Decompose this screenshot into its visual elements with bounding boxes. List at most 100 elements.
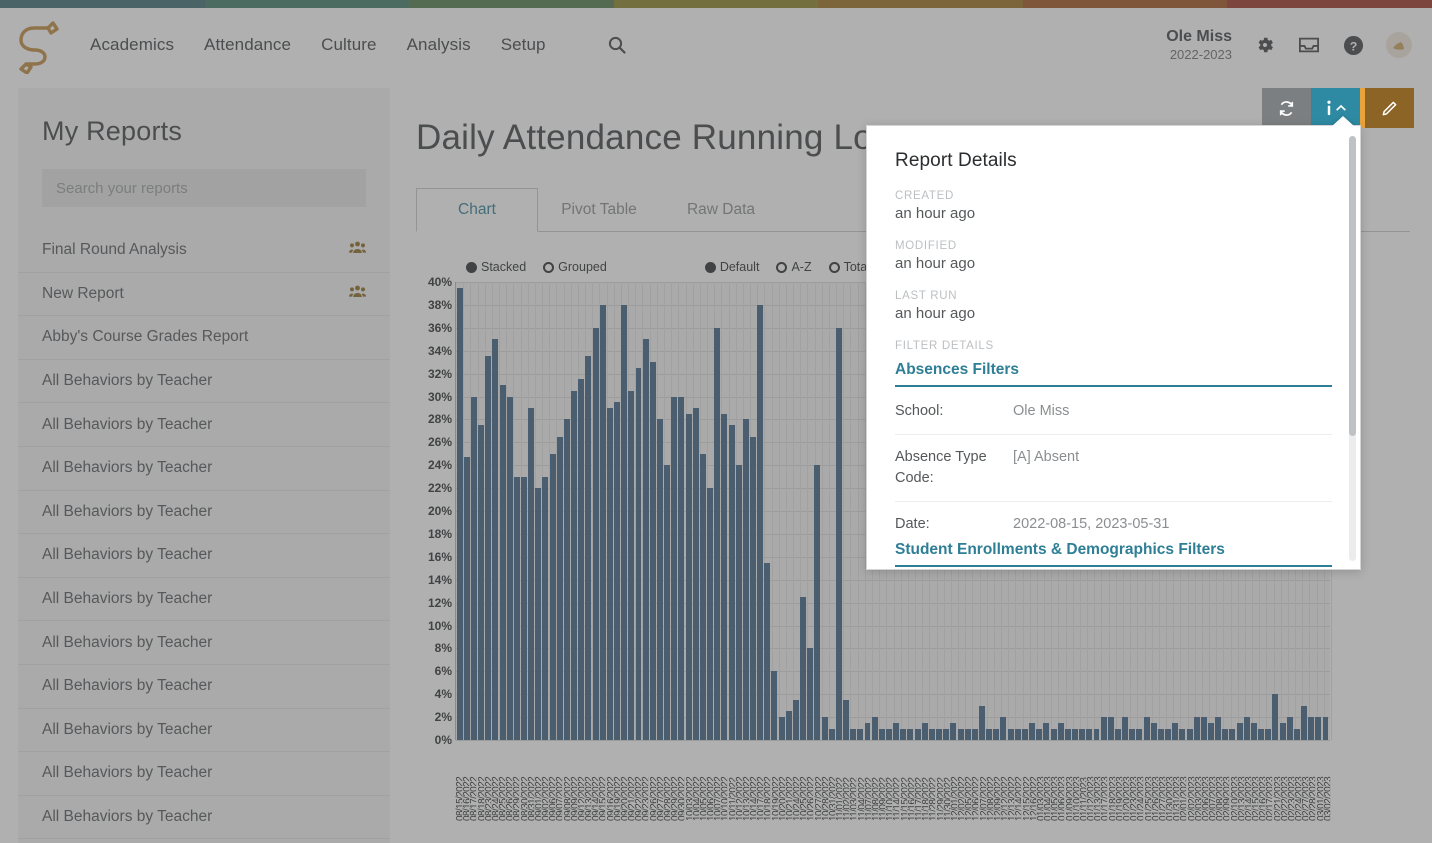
bar[interactable] [828, 728, 835, 740]
bar[interactable] [764, 562, 771, 740]
bar[interactable] [1272, 694, 1279, 740]
edit-button[interactable] [1365, 88, 1414, 128]
bar[interactable] [843, 699, 849, 740]
radio-a-z[interactable]: A-Z [776, 260, 812, 274]
bar[interactable] [1136, 728, 1143, 740]
bar[interactable] [1079, 728, 1086, 740]
bar[interactable] [707, 488, 714, 740]
school-context[interactable]: Ole Miss 2022-2023 [1166, 27, 1232, 63]
bar[interactable] [1265, 728, 1272, 740]
bar[interactable] [1057, 722, 1064, 740]
radio-grouped[interactable]: Grouped [543, 260, 607, 274]
bar[interactable] [664, 465, 671, 740]
bar[interactable] [1193, 717, 1200, 740]
list-item[interactable]: All Behaviors by Teacher [18, 403, 390, 447]
bar[interactable] [1229, 728, 1236, 740]
list-item[interactable]: All Behaviors by Teacher [18, 578, 390, 622]
bar[interactable] [528, 407, 535, 740]
bar[interactable] [499, 385, 506, 740]
bar[interactable] [1200, 717, 1207, 740]
bar[interactable] [1050, 728, 1057, 740]
bar[interactable] [885, 728, 892, 740]
nav-academics[interactable]: Academics [90, 35, 174, 55]
bar[interactable] [628, 390, 635, 740]
bar[interactable] [1093, 728, 1100, 740]
list-item[interactable]: All Behaviors by Teacher [18, 534, 390, 578]
bar[interactable] [864, 722, 871, 740]
bar[interactable] [1258, 728, 1265, 740]
list-item[interactable]: New Report [18, 273, 390, 317]
bar[interactable] [506, 396, 513, 740]
bar[interactable] [857, 728, 864, 740]
bar[interactable] [1107, 717, 1114, 740]
bar[interactable] [1279, 722, 1286, 740]
bar[interactable] [635, 367, 642, 740]
bar[interactable] [1208, 722, 1214, 740]
bar[interactable] [1100, 717, 1107, 740]
bar[interactable] [928, 728, 935, 740]
bar[interactable] [606, 407, 613, 740]
bar[interactable] [571, 390, 578, 740]
bar[interactable] [1186, 728, 1193, 740]
bar[interactable] [785, 711, 792, 740]
bar[interactable] [850, 728, 857, 740]
bar[interactable] [614, 402, 620, 740]
bar[interactable] [807, 648, 814, 740]
bar[interactable] [1114, 728, 1121, 740]
bar[interactable] [1293, 728, 1300, 740]
bar[interactable] [750, 436, 756, 740]
radio-default[interactable]: Default [704, 260, 759, 274]
bar[interactable] [835, 327, 842, 740]
bar[interactable] [914, 728, 921, 740]
bar[interactable] [742, 419, 749, 740]
bar[interactable] [1129, 728, 1136, 740]
bar[interactable] [1243, 717, 1250, 740]
popover-scrollbar[interactable] [1349, 136, 1356, 561]
bar[interactable] [814, 465, 821, 740]
bar[interactable] [1215, 717, 1222, 740]
bar[interactable] [585, 356, 592, 740]
shared-group-icon[interactable] [349, 241, 366, 259]
bar[interactable] [599, 304, 606, 740]
nav-attendance[interactable]: Attendance [204, 35, 291, 55]
bar[interactable] [735, 465, 742, 740]
list-item[interactable]: Abby's Course Grades Report [18, 316, 390, 360]
bar[interactable] [578, 379, 585, 740]
list-item[interactable]: All Behaviors by Teacher [18, 360, 390, 404]
bar[interactable] [563, 419, 570, 740]
bar[interactable] [964, 728, 971, 740]
bar[interactable] [671, 396, 678, 740]
bar[interactable] [1315, 717, 1322, 740]
popover-scrollbar-thumb[interactable] [1349, 136, 1356, 436]
bar[interactable] [649, 362, 656, 740]
bar[interactable] [714, 327, 721, 740]
bar[interactable] [542, 476, 549, 740]
list-item[interactable]: All Behaviors by Teacher [18, 491, 390, 535]
school-logo[interactable] [12, 16, 70, 75]
bar[interactable] [821, 717, 828, 740]
bar[interactable] [893, 722, 900, 740]
bar[interactable] [642, 339, 649, 740]
bar[interactable] [492, 339, 499, 740]
bar[interactable] [592, 327, 599, 740]
list-item[interactable]: All Behaviors by Teacher [18, 709, 390, 753]
bar[interactable] [1014, 728, 1021, 740]
bar[interactable] [1301, 705, 1307, 740]
bar[interactable] [685, 413, 692, 740]
gear-icon[interactable] [1254, 34, 1276, 56]
bar[interactable] [535, 488, 542, 740]
list-item[interactable]: All Behaviors by Teacher [18, 752, 390, 796]
bar[interactable] [678, 396, 685, 740]
bar[interactable] [1029, 722, 1036, 740]
bar[interactable] [943, 728, 950, 740]
bar[interactable] [993, 728, 1000, 740]
bar[interactable] [721, 413, 728, 740]
bar[interactable] [699, 453, 706, 740]
bar[interactable] [1308, 717, 1315, 740]
bar[interactable] [871, 717, 878, 740]
avatar[interactable] [1386, 32, 1412, 58]
shared-group-icon[interactable] [349, 285, 366, 303]
radio-stacked[interactable]: Stacked [466, 260, 526, 274]
bar[interactable] [1179, 728, 1186, 740]
bar[interactable] [513, 476, 520, 740]
